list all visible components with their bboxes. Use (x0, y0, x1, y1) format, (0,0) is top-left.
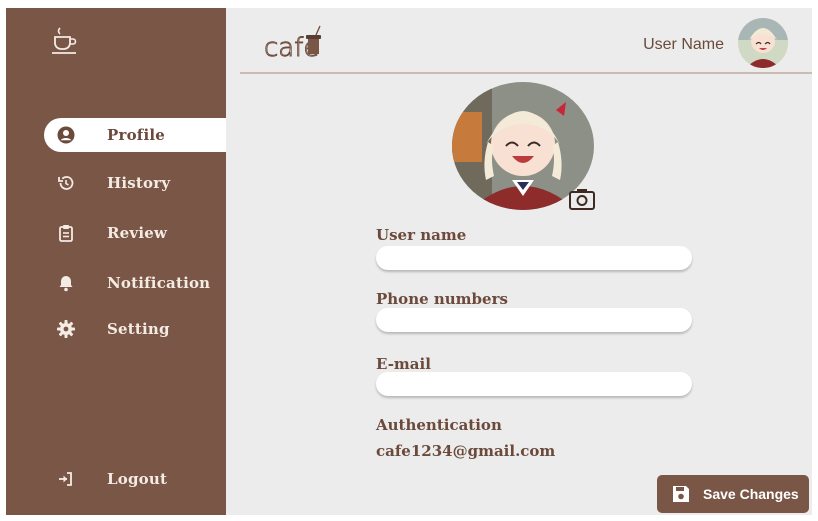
save-changes-label: Save Changes (703, 486, 799, 502)
app-frame: Profile History Review Notification Sett… (6, 8, 812, 515)
authentication-value: cafe1234@gmail.com (376, 442, 556, 460)
sidebar-item-label: Notification (107, 274, 211, 292)
sidebar: Profile History Review Notification Sett… (6, 8, 226, 515)
logout-button[interactable]: Logout (44, 462, 226, 496)
header: cafe User Name (240, 8, 812, 74)
email-input[interactable] (376, 372, 692, 396)
user-circle-icon (56, 125, 76, 145)
save-changes-button[interactable]: Save Changes (657, 475, 809, 513)
username-input[interactable] (376, 246, 692, 270)
sidebar-item-label: History (107, 174, 171, 192)
floppy-disk-icon (673, 486, 689, 502)
sidebar-item-notification[interactable]: Notification (44, 266, 226, 300)
sidebar-item-review[interactable]: Review (44, 216, 226, 250)
sidebar-item-setting[interactable]: Setting (44, 312, 226, 346)
header-user-name: User Name (643, 36, 724, 53)
sidebar-item-label: Review (107, 224, 168, 242)
camera-icon[interactable] (569, 188, 595, 210)
authentication-label: Authentication (376, 416, 502, 434)
clipboard-icon (56, 223, 76, 243)
logout-label: Logout (107, 470, 168, 488)
username-label: User name (376, 226, 467, 244)
phone-label: Phone numbers (376, 290, 508, 308)
avatar[interactable] (738, 18, 788, 68)
logout-icon (56, 469, 76, 489)
main-content: cafe User Name User name Phone numbers E… (226, 8, 812, 515)
email-label: E-mail (376, 355, 431, 373)
sidebar-item-label: Setting (107, 320, 170, 338)
gear-icon (56, 319, 76, 339)
sidebar-item-profile[interactable]: Profile (44, 118, 226, 152)
history-icon (56, 173, 76, 193)
phone-input[interactable] (376, 308, 692, 332)
brand-logo[interactable]: cafe (262, 24, 372, 64)
sidebar-item-label: Profile (107, 126, 165, 144)
bell-icon (56, 273, 76, 293)
sidebar-item-history[interactable]: History (44, 166, 226, 200)
coffee-cup-icon[interactable] (49, 26, 79, 56)
